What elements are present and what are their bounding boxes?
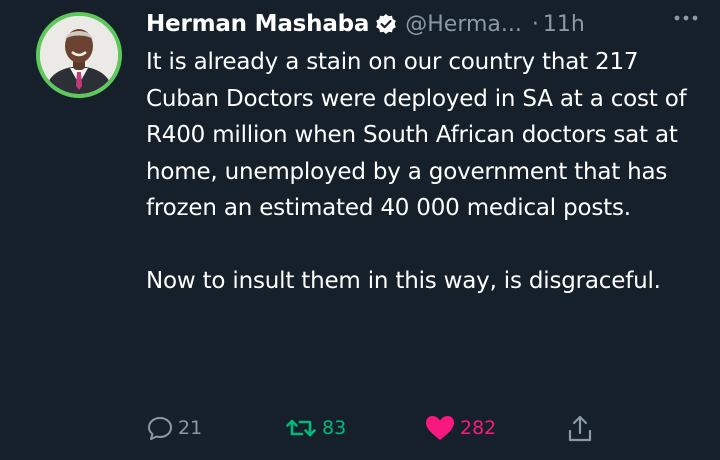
- verified-badge-icon: [375, 13, 397, 35]
- tweet-text: It is already a stain on our country tha…: [146, 44, 706, 300]
- avatar-photo: [40, 16, 118, 94]
- header-separator: ·: [531, 11, 539, 37]
- reply-button[interactable]: 21: [146, 414, 202, 442]
- heart-icon: [424, 414, 456, 442]
- tweet-header: Herman Mashaba @Herma... · 11h: [146, 6, 720, 42]
- tweet-paragraph-2: Now to insult them in this way, is disgr…: [146, 268, 661, 294]
- tweet-paragraph-1: It is already a stain on our country tha…: [146, 49, 687, 221]
- reply-count: 21: [178, 417, 203, 439]
- author-handle[interactable]: @Herma...: [405, 12, 522, 37]
- retweet-button[interactable]: 83: [284, 414, 346, 442]
- tweet-actions: 21 83 282: [0, 408, 720, 448]
- retweet-icon: [284, 414, 318, 442]
- more-horizontal-icon[interactable]: [670, 6, 702, 30]
- like-count: 282: [460, 417, 497, 439]
- tweet-timestamp[interactable]: 11h: [543, 12, 585, 37]
- tweet[interactable]: Herman Mashaba @Herma... · 11h It is alr…: [0, 0, 720, 460]
- avatar[interactable]: [36, 12, 122, 98]
- reply-icon: [146, 414, 174, 442]
- like-button[interactable]: 282: [424, 414, 496, 442]
- share-icon: [566, 414, 594, 444]
- author-name[interactable]: Herman Mashaba: [146, 11, 369, 37]
- share-button[interactable]: [566, 414, 594, 444]
- retweet-count: 83: [322, 417, 347, 439]
